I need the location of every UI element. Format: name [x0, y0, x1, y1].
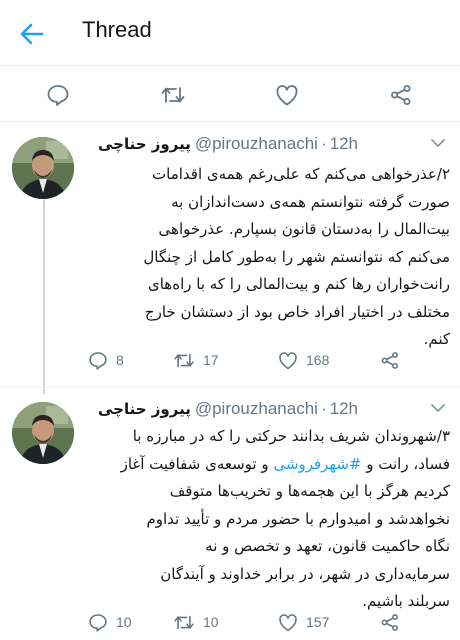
retweet-icon — [161, 87, 185, 103]
share-button[interactable] — [380, 348, 400, 372]
share-icon — [381, 613, 398, 631]
tweet-line: نخواهدشد و امیدوارم با حضور مردم و تأیید… — [146, 509, 450, 528]
chevron-down-icon[interactable] — [430, 137, 446, 149]
retweet-count: 17 — [203, 352, 219, 368]
tweet-actions: 8 17 168 — [88, 348, 448, 372]
reply-count: 8 — [116, 352, 124, 368]
share-button[interactable] — [380, 610, 400, 634]
share-icon — [391, 85, 411, 105]
retweet-count: 10 — [203, 614, 219, 630]
tweet-line: سرمایه‌داری در شهر، در برابر خداوند و آی… — [160, 564, 450, 583]
tweet-line: ۲/عذرخواهی می‌کنم که علی‌رغم همه‌ی اقدام… — [152, 165, 450, 183]
tweet-line: می‌کنم که نتوانستم شهر را به‌طور کامل از… — [143, 247, 450, 266]
tweet-header: پیروز حناچی @pirouzhanachi · 12h — [98, 132, 358, 156]
chevron-down-icon[interactable] — [430, 402, 446, 414]
reply-icon — [89, 351, 107, 370]
author-handle[interactable]: @pirouzhanachi — [195, 399, 318, 419]
tweet-text-segment: فساد، رانت و — [361, 454, 450, 473]
meta-separator: · — [320, 134, 327, 153]
app-header: Thread — [0, 0, 460, 66]
like-button[interactable] — [274, 83, 300, 107]
tweet-line: نگاه حاکمیت قانون، تعهد و تخصص و نه — [205, 537, 450, 555]
meta-separator: · — [320, 399, 327, 418]
tweet[interactable]: پیروز حناچی @pirouzhanachi · 12h ۳/شهرون… — [0, 388, 460, 640]
reply-count: 10 — [116, 614, 132, 630]
tweet-text-segment: و توسعه‌ی شفافیت آغاز — [120, 454, 274, 473]
tweet[interactable]: پیروز حناچی @pirouzhanachi · 12h ۲/عذرخو… — [0, 123, 460, 388]
author-handle[interactable]: @pirouzhanachi — [195, 134, 318, 154]
tweet-time[interactable]: 12h — [330, 134, 358, 154]
tweet-line: صورت گرفته نتوانستم همه‌ی دست‌اندازان به — [171, 192, 450, 211]
previous-tweet-actions — [0, 66, 460, 122]
reply-button[interactable]: 8 — [88, 348, 124, 372]
hashtag-link[interactable]: #شهرفروشی — [273, 455, 361, 473]
avatar[interactable] — [12, 402, 74, 464]
tweet-line: بیت‌المال را به‌دستان قانون بسپارم. عذرخ… — [158, 220, 450, 238]
reply-button[interactable] — [45, 83, 71, 107]
like-button[interactable]: 157 — [278, 610, 329, 634]
back-button[interactable] — [16, 20, 48, 48]
reply-button[interactable]: 10 — [88, 610, 132, 634]
back-arrow-icon — [20, 23, 44, 45]
tweet-actions: 10 10 157 — [88, 610, 448, 634]
retweet-icon — [174, 353, 194, 367]
author-name[interactable]: پیروز حناچی — [98, 400, 191, 418]
like-count: 168 — [306, 352, 330, 368]
retweet-icon — [174, 615, 194, 629]
page-title: Thread — [82, 17, 152, 42]
share-button[interactable] — [388, 83, 414, 107]
like-icon — [276, 85, 298, 106]
share-icon — [381, 351, 398, 369]
like-count: 157 — [306, 614, 330, 630]
reply-icon — [89, 613, 107, 632]
tweet-line: مختلف در اختیار افراد خاص بود از دستشان … — [144, 302, 450, 321]
avatar[interactable] — [12, 137, 74, 199]
tweet-header: پیروز حناچی @pirouzhanachi · 12h — [98, 397, 358, 421]
like-button[interactable]: 168 — [278, 348, 329, 372]
author-name[interactable]: پیروز حناچی — [98, 135, 191, 153]
tweet-time[interactable]: 12h — [330, 399, 358, 419]
like-icon — [279, 351, 297, 369]
tweet-text: ۳/شهروندان شریف بدانند حرکتی را که در مب… — [90, 423, 450, 616]
retweet-button[interactable] — [160, 83, 186, 107]
retweet-button[interactable]: 17 — [173, 348, 219, 372]
like-icon — [279, 613, 297, 631]
tweet-line: فساد، رانت و #شهرفروشی و توسعه‌ی شفافیت … — [90, 451, 450, 479]
reply-icon — [47, 85, 69, 106]
tweet-line: کردیم هرگز با این هجمه‌ها و تخریب‌ها متو… — [169, 482, 450, 500]
tweet-line: ۳/شهروندان شریف بدانند حرکتی را که در مب… — [132, 427, 450, 445]
retweet-button[interactable]: 10 — [173, 610, 219, 634]
tweet-text: ۲/عذرخواهی می‌کنم که علی‌رغم همه‌ی اقدام… — [90, 161, 450, 354]
tweet-line: رانت‌خواران رها کنم و بیت‌المالی را که ب… — [147, 275, 450, 293]
